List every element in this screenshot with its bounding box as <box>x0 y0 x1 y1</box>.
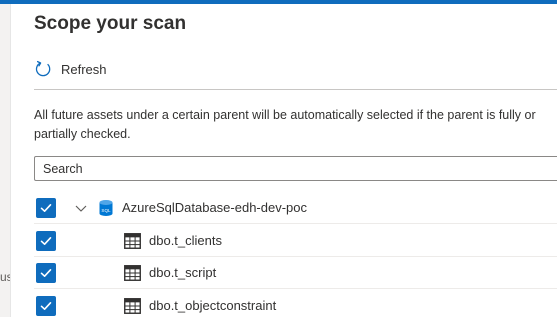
panel-title: Scope your scan <box>34 13 187 34</box>
refresh-icon <box>33 59 53 79</box>
checkbox-table[interactable] <box>36 296 56 316</box>
checkmark-icon <box>40 269 52 277</box>
database-label: AzureSqlDatabase-edh-dev-poc <box>122 200 307 215</box>
table-label: dbo.t_clients <box>149 233 222 248</box>
refresh-label: Refresh <box>61 61 107 77</box>
chevron-down-icon[interactable] <box>73 200 89 216</box>
checkmark-icon <box>40 237 52 245</box>
info-text: All future assets under a certain parent… <box>34 108 536 141</box>
tree-row-table: dbo.t_objectconstraint <box>34 290 557 322</box>
table-label: dbo.t_script <box>149 265 217 280</box>
toolbar-divider <box>34 89 557 90</box>
checkbox-database[interactable] <box>36 198 56 218</box>
table-label: dbo.t_objectconstraint <box>149 298 277 313</box>
checkmark-icon <box>40 302 52 310</box>
sql-database-icon: SQL <box>98 199 114 217</box>
refresh-button[interactable]: Refresh <box>33 53 107 85</box>
table-icon <box>124 265 141 281</box>
tree-row-database: SQL AzureSqlDatabase-edh-dev-poc <box>34 192 557 224</box>
table-icon <box>124 233 141 249</box>
tree-row-table: dbo.t_clients <box>34 225 557 257</box>
search-input[interactable] <box>34 156 557 181</box>
tree-row-table: dbo.t_script <box>34 257 557 289</box>
background-page-strip: us <box>0 4 11 317</box>
checkbox-table[interactable] <box>36 263 56 283</box>
scope-scan-panel: Scope your scan Refresh All future asset… <box>11 4 557 317</box>
background-page-text: us <box>0 270 10 284</box>
checkmark-icon <box>40 204 52 212</box>
checkbox-table[interactable] <box>36 231 56 251</box>
svg-text:SQL: SQL <box>101 208 111 213</box>
table-icon <box>124 298 141 314</box>
